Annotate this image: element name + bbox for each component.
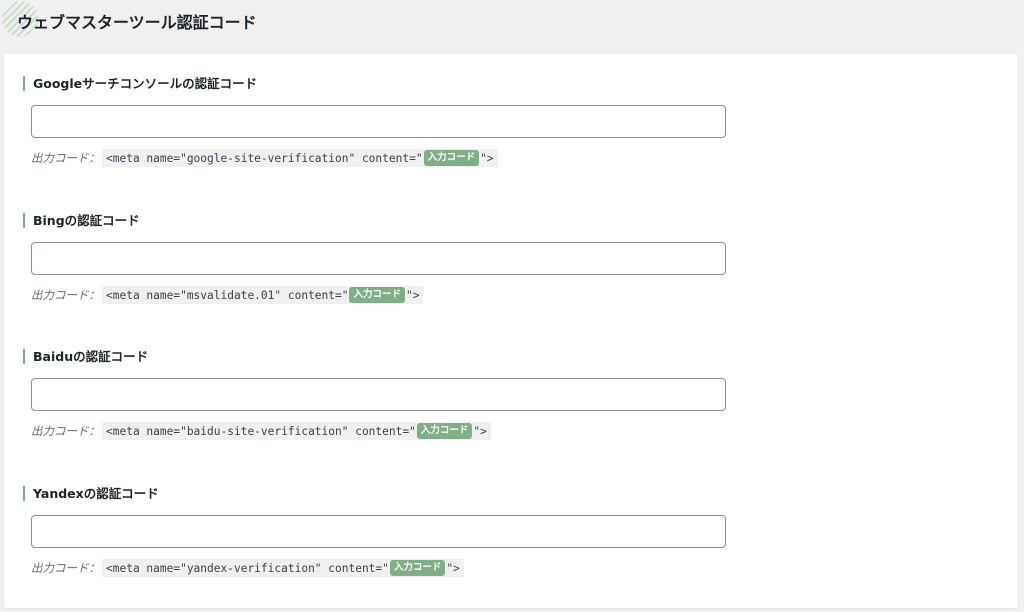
section-baidu: Baiduの認証コード 出力コード： <meta name="baidu-sit… [4,327,1018,447]
output-code-row: 出力コード： <meta name="msvalidate.01" conten… [31,286,424,304]
section-title: Yandexの認証コード [23,486,159,501]
output-label: 出力コード： [31,561,100,575]
code-prefix: <meta name="baidu-site-verification" con… [106,424,416,438]
output-label: 出力コード： [31,151,100,165]
section-title: Googleサーチコンソールの認証コード [23,76,257,91]
page-header: ウェブマスターツール認証コード [0,0,1024,54]
section-bing: Bingの認証コード 出力コード： <meta name="msvalidate… [4,191,1018,311]
input-code-badge: 入力コード [423,150,480,166]
output-code: <meta name="google-site-verification" co… [102,149,498,167]
section-yandex: Yandexの認証コード 出力コード： <meta name="yandex-v… [4,464,1018,584]
page-title: ウェブマスターツール認証コード [17,13,257,32]
section-title: Bingの認証コード [23,213,140,228]
code-suffix: "> [473,424,487,438]
output-code-row: 出力コード： <meta name="google-site-verificat… [31,149,498,167]
bing-code-input[interactable] [31,242,726,275]
section-google: Googleサーチコンソールの認証コード 出力コード： <meta name="… [4,54,1018,174]
settings-panel: Googleサーチコンソールの認証コード 出力コード： <meta name="… [4,54,1018,608]
output-code: <meta name="yandex-verification" content… [102,559,464,577]
code-suffix: "> [406,288,420,302]
output-code: <meta name="msvalidate.01" content=" 入力コ… [102,286,424,304]
code-prefix: <meta name="google-site-verification" co… [106,151,423,165]
yandex-code-input[interactable] [31,515,726,548]
code-prefix: <meta name="yandex-verification" content… [106,561,389,575]
output-label: 出力コード： [31,288,100,302]
output-label: 出力コード： [31,424,100,438]
google-code-input[interactable] [31,105,726,138]
output-code-row: 出力コード： <meta name="yandex-verification" … [31,559,464,577]
output-code-row: 出力コード： <meta name="baidu-site-verificati… [31,422,491,440]
output-code: <meta name="baidu-site-verification" con… [102,422,491,440]
input-code-badge: 入力コード [416,423,473,439]
code-suffix: "> [480,151,494,165]
baidu-code-input[interactable] [31,378,726,411]
section-title: Baiduの認証コード [23,349,148,364]
code-prefix: <meta name="msvalidate.01" content=" [106,288,349,302]
input-code-badge: 入力コード [389,560,446,576]
input-code-badge: 入力コード [349,287,405,303]
code-suffix: "> [446,561,460,575]
